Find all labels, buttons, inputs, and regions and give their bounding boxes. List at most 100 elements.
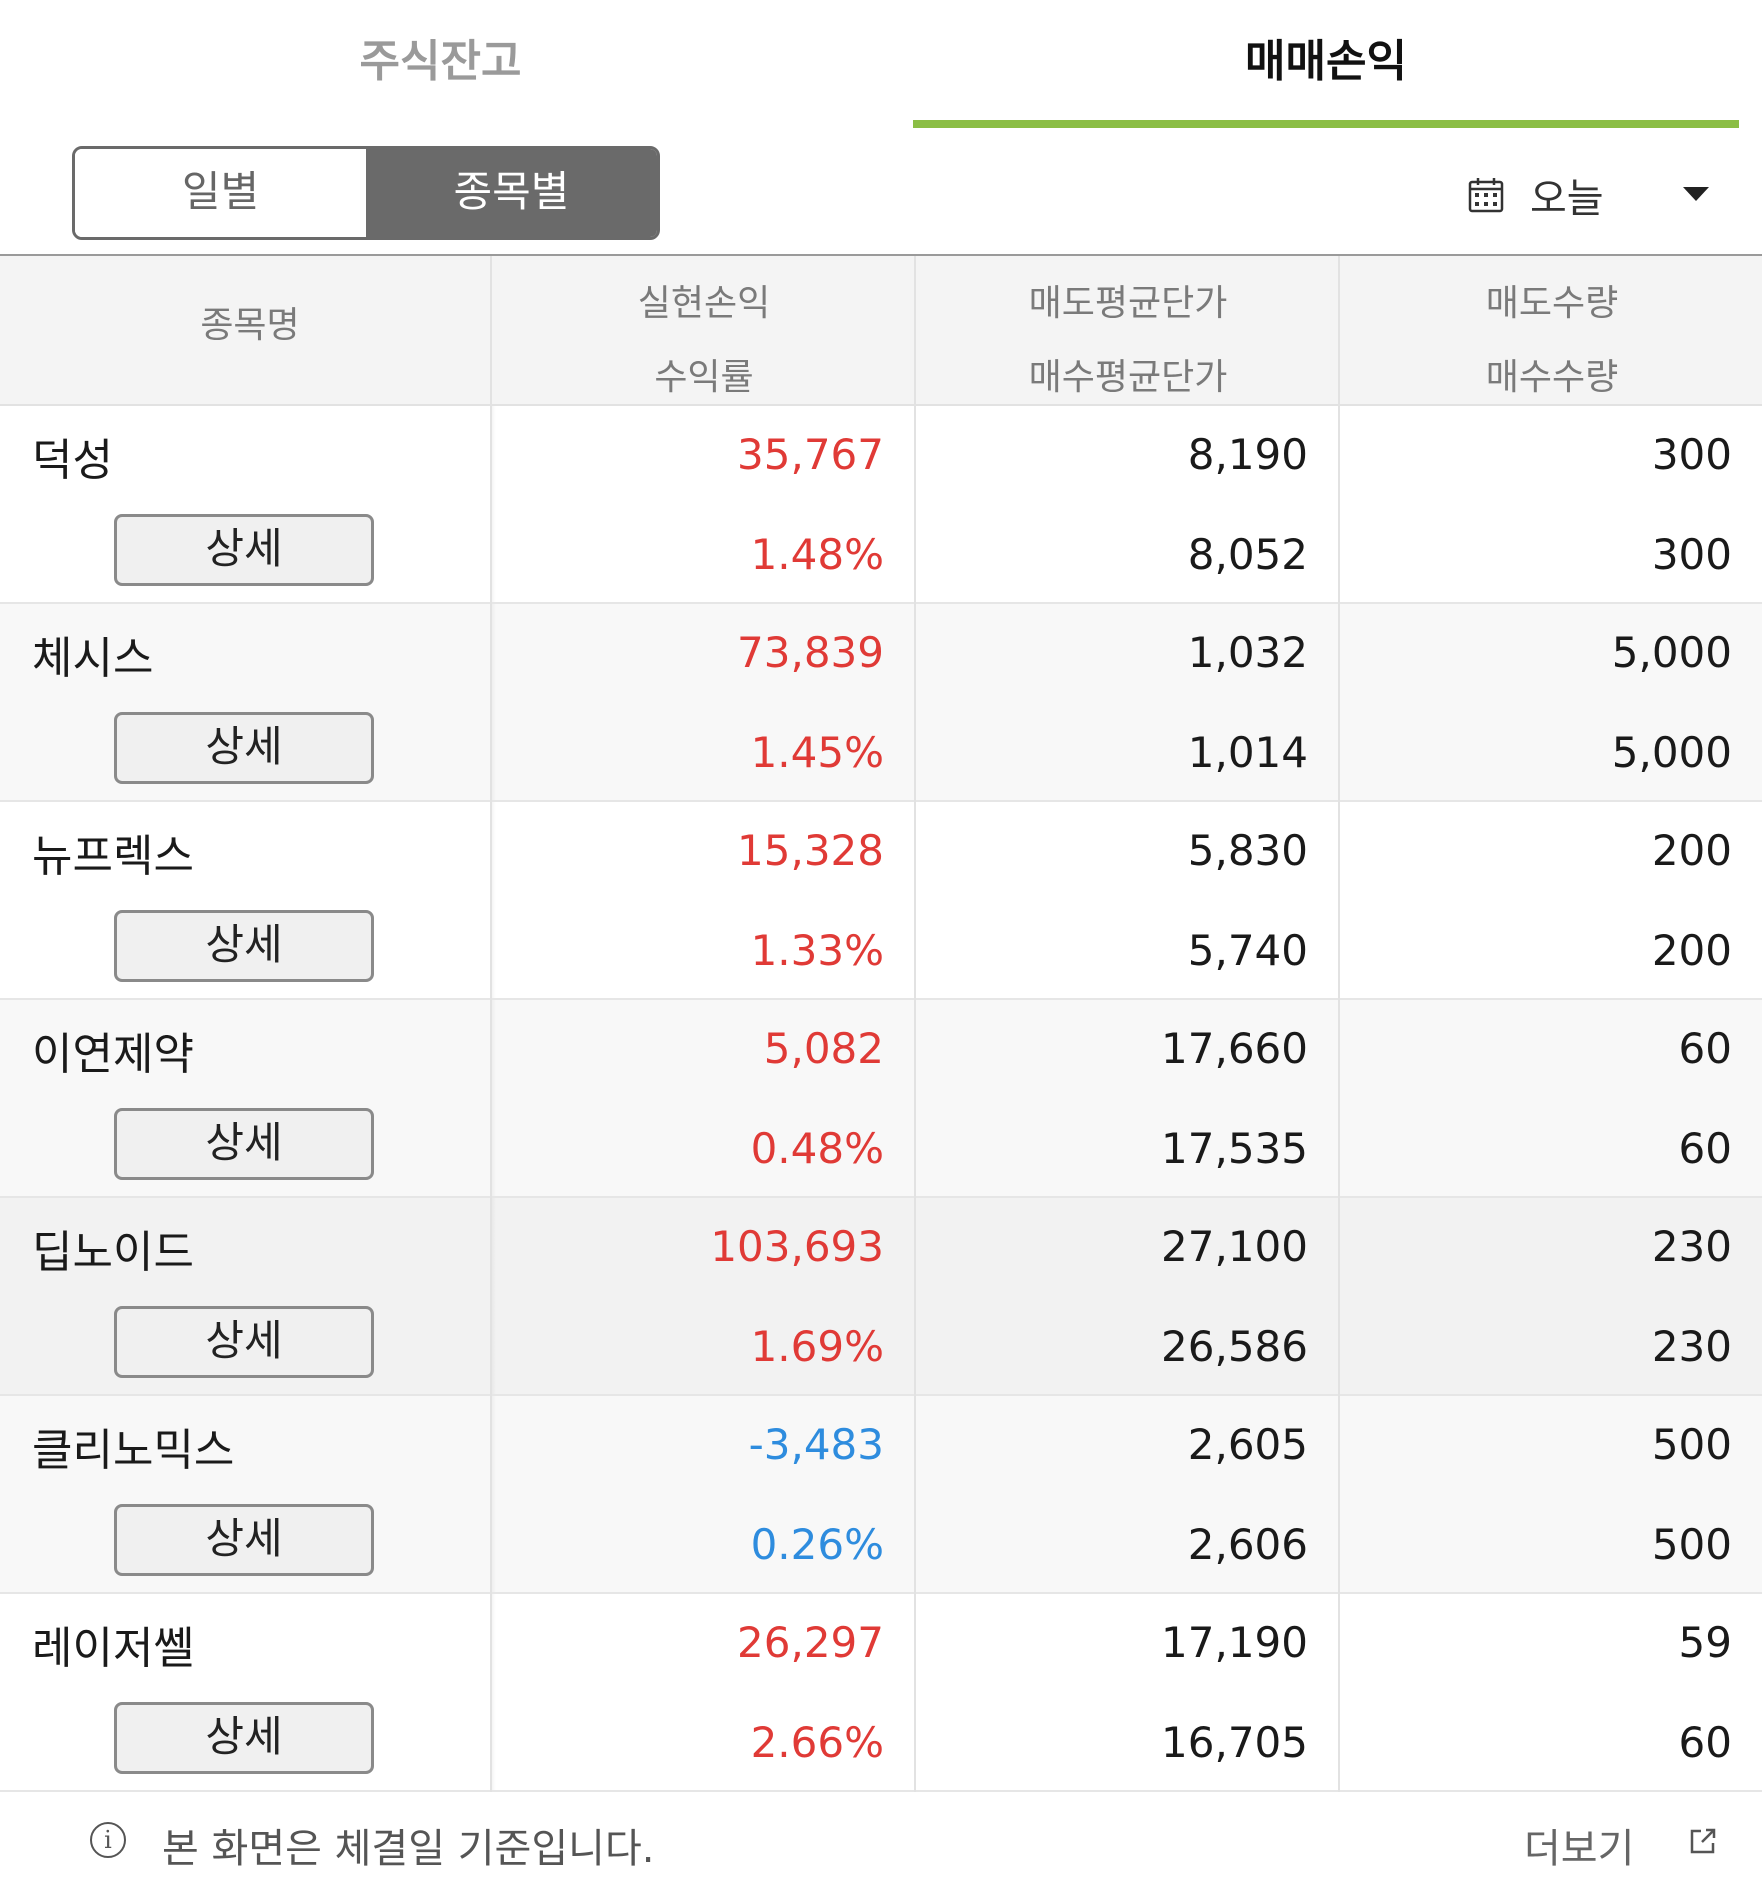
table-row[interactable]: 레이저쎌상세 26,297 2.66% 17,190 16,705 59 60 [0,1594,1762,1792]
return-rate-value: 2.66% [750,1718,884,1767]
buy-avg-value: 2,606 [1187,1520,1308,1569]
header-realized-pnl: 실현손익 수익률 [492,256,916,406]
sell-qty-value: 230 [1651,1222,1732,1271]
column-divider [914,256,916,1794]
more-link[interactable]: 더보기 [1524,1816,1634,1874]
buy-qty-value: 60 [1678,1124,1732,1173]
stock-name-cell: 클리노믹스상세 [0,1396,490,1592]
top-tabs: 주식잔고 매매손익 [0,0,1762,130]
calendar-icon [1468,178,1504,213]
column-divider [490,256,492,1794]
realized-pnl-value: -3,483 [748,1420,884,1469]
table-row[interactable]: 덕성 상세 35,767 1.48% 8,190 8,052 300 300 [0,406,1762,604]
header-return-rate: 수익률 [654,357,754,398]
return-rate-value: 1.45% [750,728,884,777]
detail-button[interactable]: 상세 [114,1702,374,1774]
stock-name-cell: 뉴프렉스상세 [0,802,490,998]
header-sell-qty: 매도수량 [1485,283,1619,324]
header-realized-pnl-top: 실현손익 [637,283,771,324]
return-rate-value: 0.26% [750,1520,884,1569]
realized-pnl-value: 15,328 [737,826,884,875]
header-buy-avg: 매수평균단가 [1028,357,1228,398]
return-rate-value: 1.33% [750,926,884,975]
sell-avg-value: 17,190 [1161,1618,1308,1667]
buy-avg-value: 1,014 [1187,728,1308,777]
sell-avg-value: 1,032 [1187,628,1308,677]
buy-qty-value: 60 [1678,1718,1732,1767]
table-body[interactable]: 덕성 상세 35,767 1.48% 8,190 8,052 300 300 체시스 상세 73,8… [0,406,1762,1792]
buy-avg-value: 17,535 [1161,1124,1308,1173]
segment-by-stock[interactable]: 종목별 [366,149,657,237]
sell-qty-value: 59 [1678,1618,1732,1667]
stock-name-cell: 이연제약상세 [0,1000,490,1196]
stock-name-cell: 딥노이드상세 [0,1198,490,1394]
return-rate-value: 0.48% [750,1124,884,1173]
stock-name-cell: 레이저쎌상세 [0,1594,490,1790]
detail-button[interactable]: 상세 [114,910,374,982]
view-mode-segment: 일별 종목별 [72,146,660,240]
sell-qty-value: 200 [1651,826,1732,875]
detail-button[interactable]: 상세 [114,1108,374,1180]
realized-pnl-value: 103,693 [710,1222,884,1271]
realized-pnl-value: 5,082 [763,1024,884,1073]
return-rate-value: 1.48% [750,530,884,579]
stock-name: 딥노이드 [32,1227,194,1278]
buy-avg-value: 16,705 [1161,1718,1308,1767]
footer: i 본 화면은 체결일 기준입니다. 더보기 [0,1792,1762,1877]
sell-qty-value: 5,000 [1611,628,1732,677]
buy-avg-value: 8,052 [1187,530,1308,579]
header-stock-name: 종목명 [200,305,300,346]
detail-button[interactable]: 상세 [114,1504,374,1576]
stock-name: 뉴프렉스 [32,831,194,882]
table-row[interactable]: 이연제약상세 5,082 0.48% 17,660 17,535 60 60 [0,1000,1762,1198]
stock-name: 레이저쎌 [32,1623,194,1674]
sell-avg-value: 17,660 [1161,1024,1308,1073]
table-row[interactable]: 체시스 상세 73,839 1.45% 1,032 1,014 5,000 5,000 [0,604,1762,802]
stock-name: 덕성 [32,435,113,486]
info-icon: i [90,1822,126,1858]
header-sell-avg: 매도평균단가 [1028,283,1228,324]
table-header: 종목명 실현손익 수익률 매도평균단가 매수평균단가 매도수량 매수수량 [0,256,1762,406]
tab-trading-pnl-label: 매매손익 [1245,36,1407,87]
tab-trading-pnl[interactable]: 매매손익 [913,0,1739,130]
sell-avg-value: 5,830 [1187,826,1308,875]
buy-qty-value: 5,000 [1611,728,1732,777]
stock-name: 이연제약 [32,1029,194,1080]
sell-qty-value: 300 [1651,430,1732,479]
date-picker[interactable]: 오늘 [1468,160,1738,230]
sell-qty-value: 500 [1651,1420,1732,1469]
buy-avg-value: 26,586 [1161,1322,1308,1371]
active-tab-indicator [913,120,1739,128]
stock-name: 클리노믹스 [32,1425,235,1476]
header-avg-price: 매도평균단가 매수평균단가 [916,256,1340,406]
detail-button[interactable]: 상세 [114,1306,374,1378]
detail-button[interactable]: 상세 [114,712,374,784]
column-divider [1338,256,1340,1794]
realized-pnl-value: 26,297 [737,1618,884,1667]
buy-qty-value: 300 [1651,530,1732,579]
chevron-down-icon [1683,187,1709,201]
table-row[interactable]: 뉴프렉스 상세 15,328 1.33% 5,830 5,740 200 200 [0,802,1762,1000]
sell-avg-value: 27,100 [1161,1222,1308,1271]
realized-pnl-value: 35,767 [737,430,884,479]
buy-qty-value: 500 [1651,1520,1732,1569]
segment-daily[interactable]: 일별 [75,149,366,237]
buy-qty-value: 230 [1651,1322,1732,1371]
table-row[interactable]: 딥노이드상세 103,693 1.69% 27,100 26,586 230 230 [0,1198,1762,1396]
header-buy-qty: 매수수량 [1485,357,1619,398]
sell-avg-value: 2,605 [1187,1420,1308,1469]
footer-notice: 본 화면은 체결일 기준입니다. [162,1826,655,1872]
tab-holdings[interactable]: 주식잔고 [0,0,881,130]
return-rate-value: 1.69% [750,1322,884,1371]
stock-name-cell: 덕성 상세 [0,406,490,602]
sell-avg-value: 8,190 [1187,430,1308,479]
header-quantity: 매도수량 매수수량 [1340,256,1762,406]
sell-qty-value: 60 [1678,1024,1732,1073]
detail-button[interactable]: 상세 [114,514,374,586]
realized-pnl-value: 73,839 [737,628,884,677]
date-label: 오늘 [1530,176,1604,222]
stock-name-cell: 체시스 상세 [0,604,490,800]
external-link-icon[interactable] [1688,1826,1718,1856]
table-row[interactable]: 클리노믹스상세 -3,483 0.26% 2,605 2,606 500 500 [0,1396,1762,1594]
buy-avg-value: 5,740 [1187,926,1308,975]
